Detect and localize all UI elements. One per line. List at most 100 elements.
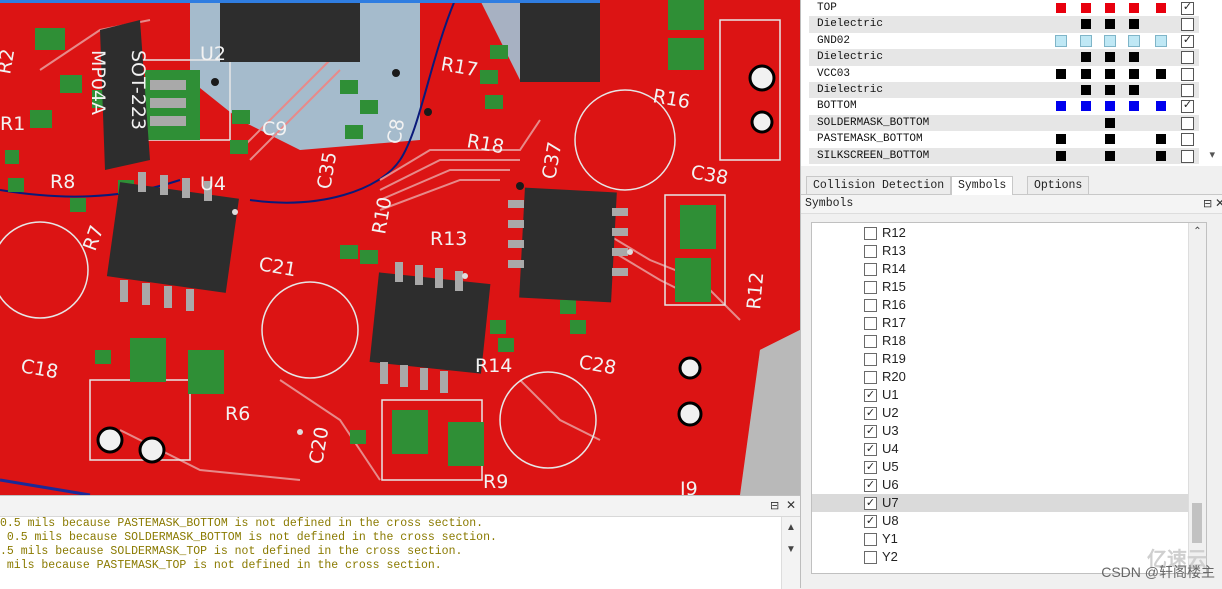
symbol-checkbox[interactable] <box>864 353 877 366</box>
tab-collision-detection[interactable]: Collision Detection <box>806 176 952 194</box>
layer-color-swatch[interactable] <box>1105 3 1115 13</box>
pcb-3d-viewport[interactable]: SOT-223 MP04A R2 R8 R7 R1 R16 R18 R10 R1… <box>0 0 800 495</box>
layer-color-swatch[interactable] <box>1128 34 1140 47</box>
layer-visibility-checkbox[interactable] <box>1181 116 1194 130</box>
layer-color-swatch[interactable] <box>1081 85 1091 95</box>
symbol-row[interactable]: Y1 <box>812 530 1188 548</box>
layer-visibility-checkbox[interactable]: ✓ <box>1181 2 1194 15</box>
symbol-row[interactable]: R20 <box>812 368 1188 386</box>
layer-color-swatch[interactable] <box>1155 34 1167 47</box>
layer-color-swatch[interactable] <box>1156 150 1166 161</box>
layer-visibility-checkbox[interactable] <box>1181 67 1194 81</box>
layer-color-swatch[interactable] <box>1156 134 1166 145</box>
layer-color-swatch[interactable] <box>1129 19 1139 30</box>
layer-color-swatch[interactable] <box>1105 101 1115 112</box>
layer-color-swatch[interactable] <box>1156 68 1166 79</box>
symbol-checkbox[interactable]: ✓ <box>864 479 877 492</box>
symbol-row[interactable]: R19 <box>812 350 1188 368</box>
layer-color-swatch[interactable] <box>1105 134 1115 145</box>
symbol-checkbox[interactable]: ✓ <box>864 425 877 438</box>
close-icon[interactable]: ✕ <box>1215 196 1222 210</box>
symbol-checkbox[interactable] <box>864 227 877 240</box>
pin-icon[interactable]: ⊟ <box>1203 197 1212 210</box>
symbol-row[interactable]: ✓ U5 <box>812 458 1188 476</box>
layer-row[interactable]: BOTTOM ✓ <box>809 98 1199 114</box>
symbol-checkbox[interactable]: ✓ <box>864 389 877 402</box>
symbol-checkbox[interactable] <box>864 551 877 564</box>
scroll-up-icon[interactable]: ▲ <box>782 521 800 535</box>
layer-color-swatch[interactable] <box>1104 34 1116 47</box>
layer-visibility-checkbox[interactable] <box>1181 133 1194 147</box>
scroll-down-icon[interactable]: ▼ <box>782 543 800 557</box>
layer-row[interactable]: Dielectric <box>809 49 1199 66</box>
symbol-row[interactable]: ✓ U7 <box>812 494 1188 512</box>
layer-color-swatch[interactable] <box>1129 101 1139 112</box>
output-scrollbar[interactable]: ▲ ▼ <box>781 517 800 589</box>
symbol-checkbox[interactable] <box>864 299 877 312</box>
layer-color-swatch[interactable] <box>1129 68 1139 79</box>
layer-color-swatch[interactable] <box>1056 150 1066 161</box>
symbol-checkbox[interactable] <box>864 263 877 276</box>
close-icon[interactable]: ✕ <box>786 498 796 512</box>
symbol-checkbox[interactable] <box>864 335 877 348</box>
layer-row[interactable]: VCC03 <box>809 66 1199 82</box>
layer-visibility-checkbox[interactable]: ✓ <box>1181 34 1194 48</box>
layer-row[interactable]: SOLDERMASK_BOTTOM <box>809 114 1199 132</box>
layer-row[interactable]: TOP ✓ <box>809 0 1199 16</box>
scrollbar-thumb[interactable] <box>1192 503 1202 543</box>
layer-visibility-checkbox[interactable] <box>1181 84 1194 97</box>
layer-color-swatch[interactable] <box>1081 19 1091 30</box>
symbol-row[interactable]: R12 <box>812 224 1188 242</box>
layer-color-swatch[interactable] <box>1105 68 1115 79</box>
symbol-row[interactable]: R14 <box>812 260 1188 278</box>
layer-row[interactable]: PASTEMASK_BOTTOM <box>809 131 1199 147</box>
symbol-checkbox[interactable] <box>864 281 877 294</box>
symbol-checkbox[interactable] <box>864 317 877 330</box>
symbol-checkbox[interactable]: ✓ <box>864 407 877 420</box>
symbol-checkbox[interactable] <box>864 533 877 546</box>
symbol-row[interactable]: R17 <box>812 314 1188 332</box>
layer-row[interactable]: GND02 ✓ <box>809 33 1199 49</box>
symbol-row[interactable]: R15 <box>812 278 1188 296</box>
layer-row[interactable]: SILKSCREEN_BOTTOM <box>809 147 1199 164</box>
layer-color-swatch[interactable] <box>1129 3 1139 13</box>
symbol-checkbox[interactable] <box>864 371 877 384</box>
tab-symbols[interactable]: Symbols <box>951 176 1014 195</box>
symbol-checkbox[interactable]: ✓ <box>864 461 877 474</box>
chevron-down-icon[interactable]: ▾ <box>1209 148 1215 161</box>
layer-color-swatch[interactable] <box>1129 85 1139 95</box>
layer-color-swatch[interactable] <box>1056 68 1066 79</box>
symbol-row[interactable]: ✓ U2 <box>812 404 1188 422</box>
layer-visibility-checkbox[interactable] <box>1181 18 1194 32</box>
symbol-row[interactable]: ✓ U3 <box>812 422 1188 440</box>
symbol-checkbox[interactable]: ✓ <box>864 497 877 510</box>
scroll-up-icon[interactable]: ⌃ <box>1189 225 1206 239</box>
layer-visibility-checkbox[interactable] <box>1181 51 1194 65</box>
layer-color-swatch[interactable] <box>1081 3 1091 13</box>
layer-color-swatch[interactable] <box>1081 68 1091 79</box>
symbol-row[interactable]: ✓ U1 <box>812 386 1188 404</box>
tab-options[interactable]: Options <box>1027 176 1090 194</box>
layer-visibility-checkbox[interactable]: ✓ <box>1181 100 1194 114</box>
layer-row[interactable]: Dielectric <box>809 16 1199 33</box>
layer-color-swatch[interactable] <box>1081 52 1091 63</box>
layer-color-swatch[interactable] <box>1105 52 1115 63</box>
layer-color-swatch[interactable] <box>1156 3 1166 13</box>
layer-color-swatch[interactable] <box>1105 117 1115 128</box>
layer-color-swatch[interactable] <box>1080 34 1092 47</box>
symbol-row[interactable]: R13 <box>812 242 1188 260</box>
symbols-scrollbar[interactable]: ⌃ <box>1188 223 1206 573</box>
layer-color-swatch[interactable] <box>1156 101 1166 112</box>
layer-color-swatch[interactable] <box>1105 150 1115 161</box>
symbol-row[interactable]: ✓ U6 <box>812 476 1188 494</box>
layer-row[interactable]: Dielectric <box>809 82 1199 99</box>
layer-color-swatch[interactable] <box>1056 3 1066 13</box>
layer-color-swatch[interactable] <box>1056 101 1066 112</box>
layer-visibility-checkbox[interactable] <box>1181 149 1194 163</box>
symbol-checkbox[interactable]: ✓ <box>864 443 877 456</box>
symbol-checkbox[interactable] <box>864 245 877 258</box>
layer-color-swatch[interactable] <box>1055 34 1067 47</box>
symbol-checkbox[interactable]: ✓ <box>864 515 877 528</box>
symbol-row[interactable]: ✓ U4 <box>812 440 1188 458</box>
layer-color-swatch[interactable] <box>1129 52 1139 63</box>
